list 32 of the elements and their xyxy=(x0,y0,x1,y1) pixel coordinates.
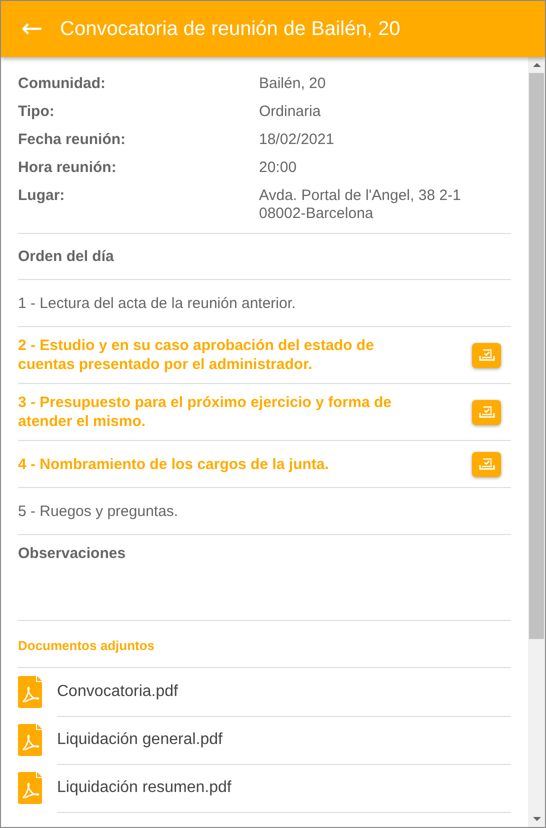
field-value: 20:00 xyxy=(259,159,298,177)
pdf-file-icon xyxy=(18,676,42,708)
field-label: Hora reunión: xyxy=(18,159,118,177)
file-link[interactable]: Liquidación general.pdf xyxy=(57,730,222,748)
field-label: Comunidad: xyxy=(18,75,106,93)
field-label: Lugar: xyxy=(18,187,66,206)
field-value: Ordinaria xyxy=(259,103,322,121)
section-title: Observaciones xyxy=(18,545,126,562)
ballot-icon xyxy=(478,349,494,361)
agenda-item: 5 - Ruegos y preguntas. xyxy=(18,502,180,520)
field-value: Avda. Portal de l'Angel, 38 2-1 08002-Barcelona xyxy=(259,187,462,223)
field-label: Fecha reunión: xyxy=(18,131,127,149)
vote-button[interactable] xyxy=(472,400,501,424)
pdf-file-icon xyxy=(18,772,42,804)
file-link[interactable]: Convocatoria.pdf xyxy=(57,682,178,700)
file-link[interactable]: Liquidación resumen.pdf xyxy=(57,778,232,796)
page-title: Convocatoria de reunión de Bailén, 20 xyxy=(60,18,400,40)
agenda-item: 2 - Estudio y en su caso aprobación del estado de cuentas presentado por el administrador. xyxy=(18,336,375,374)
vote-button[interactable] xyxy=(472,452,501,476)
field-label: Tipo: xyxy=(18,103,56,121)
agenda-item: 3 - Presupuesto para el próximo ejercicio y forma de atender el mismo. xyxy=(18,393,392,431)
vote-button[interactable] xyxy=(472,342,501,368)
pdf-file-icon xyxy=(18,724,42,756)
ballot-icon xyxy=(478,458,494,470)
agenda-item: 4 - Nombramiento de los cargos de la junta. xyxy=(18,454,330,474)
scrollbar[interactable] xyxy=(528,57,545,827)
section-title: Documentos adjuntos xyxy=(18,638,155,653)
ballot-icon xyxy=(478,406,494,418)
field-value: Bailén, 20 xyxy=(259,75,327,93)
agenda-item: 1 - Lectura del acta de la reunión anterior. xyxy=(18,294,297,312)
section-title: Orden del día xyxy=(18,248,114,265)
field-value: 18/02/2021 xyxy=(259,131,336,149)
